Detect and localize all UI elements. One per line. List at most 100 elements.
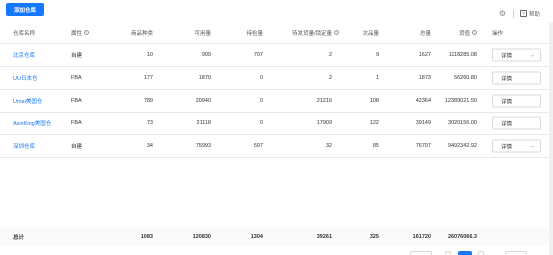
gear-icon[interactable]: ⚙ [498, 9, 507, 18]
total-qty: 1627 [418, 52, 431, 58]
warehouse-attr: 自建 [71, 144, 83, 150]
pending-in-qty: 0 [259, 75, 263, 81]
col-sku: 商品种类 [120, 22, 153, 43]
pagination-prev[interactable] [410, 251, 432, 255]
total-qty: 76707 [415, 143, 431, 149]
defective-qty: 85 [372, 143, 379, 149]
total-qty: 42364 [415, 98, 431, 104]
defective-qty: 1 [375, 75, 379, 81]
add-warehouse-button[interactable]: 添加仓库 [6, 3, 44, 16]
pending-out-qty: 2 [328, 52, 332, 58]
warehouse-attr: 自建 [71, 53, 83, 59]
col-available: 可用量 [180, 22, 211, 43]
details-button[interactable]: 详情 [492, 116, 541, 130]
warehouse-attr: FBA [71, 98, 82, 104]
chevron-down-icon[interactable]: ⌄ [530, 143, 535, 150]
toolbar: 添加仓库 ⚙ ? 帮助 [0, 0, 553, 22]
details-button[interactable]: 详情 [492, 94, 541, 108]
warehouse-name-link[interactable]: UU日本仓 [13, 67, 37, 89]
col-pending-in: 待检量 [230, 22, 263, 43]
pagination-page[interactable] [478, 251, 484, 255]
pagination-current-page[interactable] [458, 251, 472, 255]
col-attr: 属性? [71, 22, 90, 43]
warehouse-attr: FBA [71, 75, 82, 81]
col-name: 仓库名称 [13, 22, 35, 43]
warehouse-attr: FBA [71, 120, 82, 126]
sku-count: 10 [146, 52, 153, 58]
table-row: 北京仓库 自建 10 909 707 2 9 1627 1118285.08 详情 ⌄ [0, 44, 549, 67]
pending-in-qty: 707 [253, 52, 263, 58]
toolbar-divider [513, 10, 514, 18]
totals-value: 26076066.3 [447, 233, 477, 240]
stock-value: 1118285.08 [448, 52, 477, 58]
defective-qty: 108 [369, 98, 379, 104]
pending-out-qty: 21216 [316, 98, 332, 104]
details-label: 详情 [501, 121, 513, 127]
pending-out-qty: 2 [328, 75, 332, 81]
details-button[interactable]: 详情 ⌄ [492, 48, 541, 62]
sku-count: 73 [146, 120, 153, 126]
question-icon[interactable]: ? [84, 30, 90, 35]
col-defective: 次品量 [340, 22, 379, 43]
total-qty: 39149 [415, 120, 431, 126]
table-row: 深圳仓库 自建 34 75993 597 32 85 76707 9492342.92 详情 ⌄ [0, 135, 549, 158]
stock-value: 9492342.92 [447, 143, 477, 149]
totals-pending-in: 1304 [250, 233, 263, 240]
warehouse-table: 仓库名称 属性? 商品种类 可用量 待检量 待发货量/锁定量? 次品量 总量 货… [0, 22, 553, 255]
col-action-label: 操作 [492, 30, 504, 37]
defective-qty: 9 [375, 52, 379, 58]
pagination-next[interactable] [505, 251, 527, 255]
col-available-label: 可用量 [194, 30, 211, 37]
col-pending-out: 待发货量/锁定量? [270, 22, 339, 43]
totals-row: 总计 1083 120830 1304 39261 325 161720 260… [0, 228, 549, 245]
chevron-down-icon[interactable]: ⌄ [530, 52, 535, 59]
warehouse-name-link[interactable]: AsinKing美国仓 [13, 112, 51, 134]
available-qty: 909 [201, 52, 211, 58]
sku-count: 34 [146, 143, 153, 149]
col-value: 货值? [440, 22, 477, 43]
col-total: 总量 [400, 22, 431, 43]
sku-count: 789 [143, 98, 153, 104]
available-qty: 20940 [195, 98, 211, 104]
sku-count: 177 [143, 75, 153, 81]
col-total-label: 总量 [419, 30, 431, 37]
table-row: Umai美国仓 FBA 789 20940 0 21216 108 42364 12389021… [0, 90, 549, 113]
available-qty: 21118 [196, 120, 211, 126]
help-button[interactable]: ? 帮助 [520, 9, 540, 18]
details-label: 详情 [501, 99, 513, 105]
details-label: 详情 [501, 76, 513, 82]
totals-label: 总计 [13, 234, 25, 241]
stock-value: 3020156.00 [447, 120, 477, 126]
details-button[interactable]: 详情 [492, 71, 541, 85]
totals-sku: 1083 [140, 233, 153, 240]
total-qty: 1873 [418, 75, 431, 81]
warehouse-name-link[interactable]: 深圳仓库 [13, 135, 35, 157]
pending-out-qty: 17909 [316, 120, 332, 126]
scrollbar[interactable] [549, 22, 553, 255]
col-pending-in-label: 待检量 [246, 30, 263, 37]
table-header: 仓库名称 属性? 商品种类 可用量 待检量 待发货量/锁定量? 次品量 总量 货… [0, 22, 549, 44]
table-row: AsinKing美国仓 FBA 73 21118 0 17909 122 39149 30201… [0, 112, 549, 135]
details-button[interactable]: 详情 ⌄ [492, 139, 541, 153]
warehouse-name-link[interactable]: 北京仓库 [13, 44, 35, 66]
table-row: UU日本仓 FBA 177 1870 0 2 1 1873 56260.80 详情 [0, 67, 549, 90]
available-qty: 1870 [198, 75, 211, 81]
stock-value: 12389021.50 [444, 98, 477, 104]
help-label: 帮助 [529, 11, 541, 18]
help-icon: ? [520, 10, 527, 17]
totals-total: 161720 [412, 233, 431, 240]
pagination-page[interactable] [445, 251, 451, 255]
stock-value: 56260.80 [454, 75, 477, 81]
warehouse-name-link[interactable]: Umai美国仓 [13, 90, 42, 112]
pending-out-qty: 32 [325, 143, 332, 149]
question-icon[interactable]: ? [472, 30, 477, 35]
totals-defective: 325 [369, 233, 379, 240]
col-value-label: 货值 [458, 30, 470, 37]
defective-qty: 122 [369, 120, 379, 126]
question-icon[interactable]: ? [334, 30, 339, 35]
details-label: 详情 [501, 144, 513, 150]
available-qty: 75993 [195, 143, 211, 149]
pending-in-qty: 0 [259, 98, 263, 104]
totals-pending-out: 39261 [316, 233, 332, 240]
totals-available: 120830 [192, 233, 211, 240]
